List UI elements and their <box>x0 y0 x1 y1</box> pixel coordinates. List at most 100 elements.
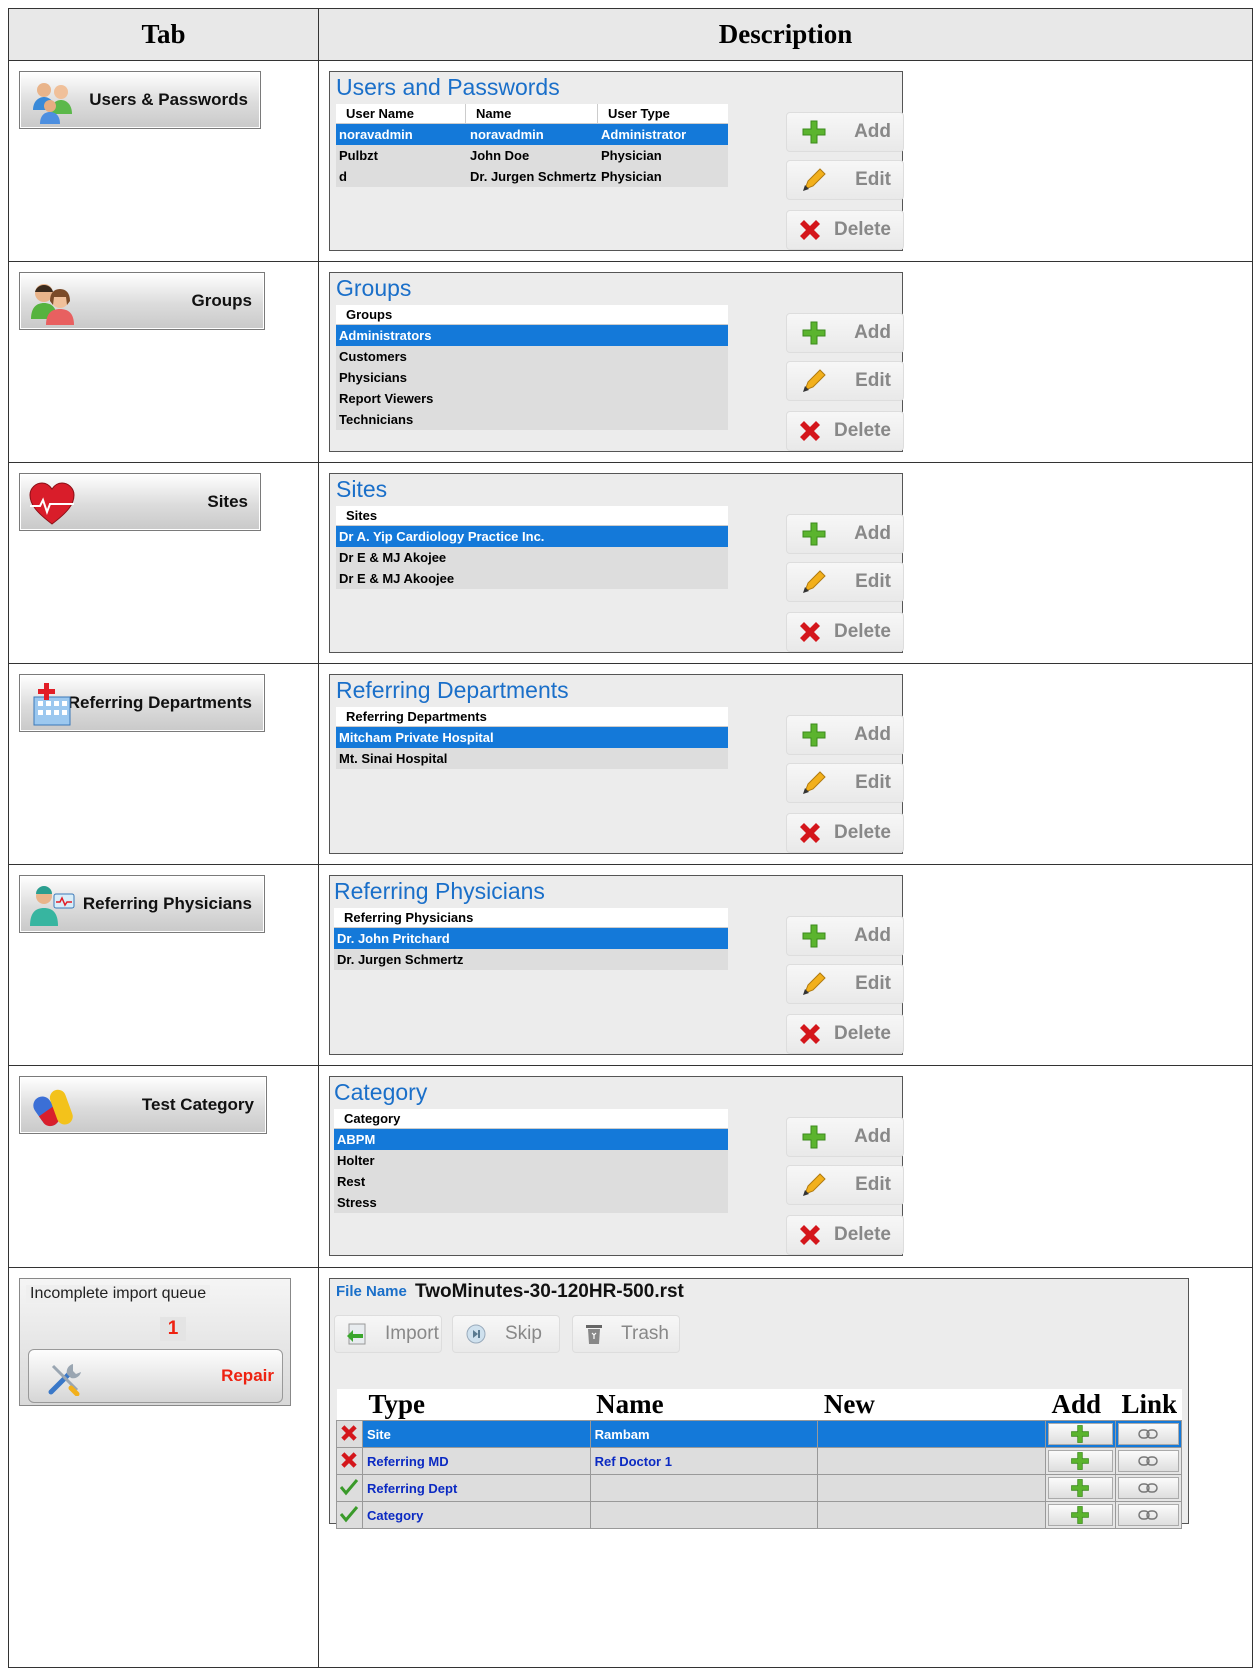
list-item[interactable]: Dr E & MJ Akoojee <box>336 568 728 589</box>
table-row[interactable]: d Dr. Jurgen Schmertz Physician <box>336 166 728 187</box>
edit-button[interactable]: Edit <box>786 763 904 803</box>
import-button[interactable]: Import <box>334 1315 442 1353</box>
column-header[interactable]: Referring Departments <box>336 707 728 726</box>
import-table: Type Name New Add Link Site Rambam Refer… <box>336 1389 1183 1529</box>
delete-button[interactable]: Delete <box>786 411 904 451</box>
referring-departments-grid[interactable]: Referring Departments Mitcham Private Ho… <box>336 707 728 769</box>
column-header[interactable]: Sites <box>336 506 728 525</box>
sites-tab-button[interactable]: Sites <box>19 473 261 531</box>
list-item[interactable]: Technicians <box>336 409 728 430</box>
name-column-header[interactable]: Name <box>590 1389 818 1421</box>
category-grid[interactable]: Category ABPM Holter Rest Stress <box>334 1109 728 1213</box>
delete-button[interactable]: Delete <box>786 1215 904 1255</box>
users-passwords-panel: Users and Passwords User Name Name User … <box>329 71 904 251</box>
edit-button[interactable]: Edit <box>786 964 904 1004</box>
edit-button[interactable]: Edit <box>786 1165 904 1205</box>
new-cell[interactable] <box>817 1474 1046 1502</box>
list-item[interactable]: Dr. John Pritchard <box>334 928 728 949</box>
row-add-button[interactable] <box>1048 1450 1113 1472</box>
grid-cell: Administrators <box>339 328 432 343</box>
row-add-button[interactable] <box>1048 1477 1113 1499</box>
column-header[interactable]: Referring Physicians <box>334 908 728 927</box>
delete-button[interactable]: Delete <box>786 813 904 853</box>
add-button[interactable]: Add <box>786 715 904 755</box>
list-item[interactable]: ABPM <box>334 1129 728 1150</box>
delete-button[interactable]: Delete <box>786 612 904 652</box>
users-grid[interactable]: User Name Name User Type noravadmin nora… <box>336 104 728 187</box>
list-item[interactable]: Rest <box>334 1171 728 1192</box>
list-item[interactable]: Administrators <box>336 325 728 346</box>
table-row[interactable]: Referring Dept <box>336 1474 1183 1502</box>
tab-cell-referring-departments: Referring Departments <box>8 663 319 865</box>
sites-grid[interactable]: Sites Dr A. Yip Cardiology Practice Inc.… <box>336 506 728 589</box>
row-link-button[interactable] <box>1117 1504 1179 1526</box>
description-cell-import: File Name TwoMinutes-30-120HR-500.rst Im… <box>318 1267 1253 1668</box>
panel-title: Category <box>334 1079 428 1105</box>
name-cell <box>589 1474 819 1502</box>
column-header[interactable]: User Name <box>336 104 466 123</box>
table-row[interactable]: Pulbzt John Doe Physician <box>336 145 728 166</box>
tab-label: Groups <box>191 291 252 310</box>
row-add-button[interactable] <box>1048 1504 1113 1526</box>
list-item[interactable]: Dr. Jurgen Schmertz <box>334 949 728 970</box>
add-button[interactable]: Add <box>786 514 904 554</box>
referring-physicians-grid[interactable]: Referring Physicians Dr. John Pritchard … <box>334 908 728 970</box>
table-row[interactable]: Category <box>336 1501 1183 1529</box>
list-item[interactable]: Holter <box>334 1150 728 1171</box>
add-cell <box>1045 1447 1116 1475</box>
edit-button[interactable]: Edit <box>786 160 904 200</box>
link-cell <box>1114 1447 1183 1475</box>
list-item[interactable]: Stress <box>334 1192 728 1213</box>
delete-button[interactable]: Delete <box>786 1014 904 1054</box>
pencil-icon <box>797 766 831 800</box>
add-button[interactable]: Add <box>786 112 904 152</box>
table-row[interactable]: Site Rambam <box>336 1420 1183 1448</box>
column-header[interactable]: User Type <box>598 104 728 123</box>
column-header[interactable]: Name <box>466 104 598 123</box>
column-header[interactable]: Groups <box>336 305 728 324</box>
row-link-button[interactable] <box>1117 1450 1179 1472</box>
plus-icon <box>797 316 831 350</box>
list-item[interactable]: Report Viewers <box>336 388 728 409</box>
groups-tab-button[interactable]: Groups <box>19 272 265 330</box>
add-button[interactable]: Add <box>786 1117 904 1157</box>
groups-grid[interactable]: Groups Administrators Customers Physicia… <box>336 305 728 430</box>
tab-label: Test Category <box>141 1095 254 1114</box>
new-column-header[interactable]: New <box>817 1389 1046 1421</box>
repair-button[interactable]: Repair <box>28 1349 283 1403</box>
test-category-tab-button[interactable]: Test Category <box>19 1076 267 1134</box>
row-add-button[interactable] <box>1048 1423 1113 1445</box>
row-link-button[interactable] <box>1117 1477 1179 1499</box>
grid-cell: Customers <box>339 349 407 364</box>
row-link-button[interactable] <box>1117 1423 1179 1445</box>
new-cell[interactable] <box>817 1447 1046 1475</box>
list-item[interactable]: Dr A. Yip Cardiology Practice Inc. <box>336 526 728 547</box>
link-column-header[interactable]: Link <box>1115 1389 1182 1421</box>
column-header[interactable]: Category <box>334 1109 728 1128</box>
grid-cell: Mt. Sinai Hospital <box>339 751 448 766</box>
edit-button[interactable]: Edit <box>786 562 904 602</box>
table-row[interactable]: Referring MD Ref Doctor 1 <box>336 1447 1183 1475</box>
edit-button[interactable]: Edit <box>786 361 904 401</box>
type-column-header[interactable]: Type <box>362 1389 591 1421</box>
new-cell[interactable] <box>817 1501 1046 1529</box>
add-button[interactable]: Add <box>786 916 904 956</box>
hospital-building-icon <box>33 683 71 726</box>
add-column-header[interactable]: Add <box>1045 1389 1116 1421</box>
table-row[interactable]: noravadmin noravadmin Administrator <box>336 124 728 145</box>
add-button[interactable]: Add <box>786 313 904 353</box>
trash-button[interactable]: Trash <box>572 1315 680 1353</box>
new-cell[interactable] <box>817 1420 1046 1448</box>
list-item[interactable]: Physicians <box>336 367 728 388</box>
skip-button[interactable]: Skip <box>452 1315 560 1353</box>
referring-departments-tab-button[interactable]: Referring Departments <box>19 674 265 732</box>
referring-physicians-tab-button[interactable]: Referring Physicians <box>19 875 265 933</box>
list-item[interactable]: Mitcham Private Hospital <box>336 727 728 748</box>
link-cell <box>1114 1420 1183 1448</box>
list-item[interactable]: Customers <box>336 346 728 367</box>
users-passwords-tab-button[interactable]: Users & Passwords <box>19 71 261 129</box>
list-item[interactable]: Mt. Sinai Hospital <box>336 748 728 769</box>
list-item[interactable]: Dr E & MJ Akojee <box>336 547 728 568</box>
grid-cell: noravadmin <box>470 127 544 142</box>
delete-button[interactable]: Delete <box>786 210 904 250</box>
